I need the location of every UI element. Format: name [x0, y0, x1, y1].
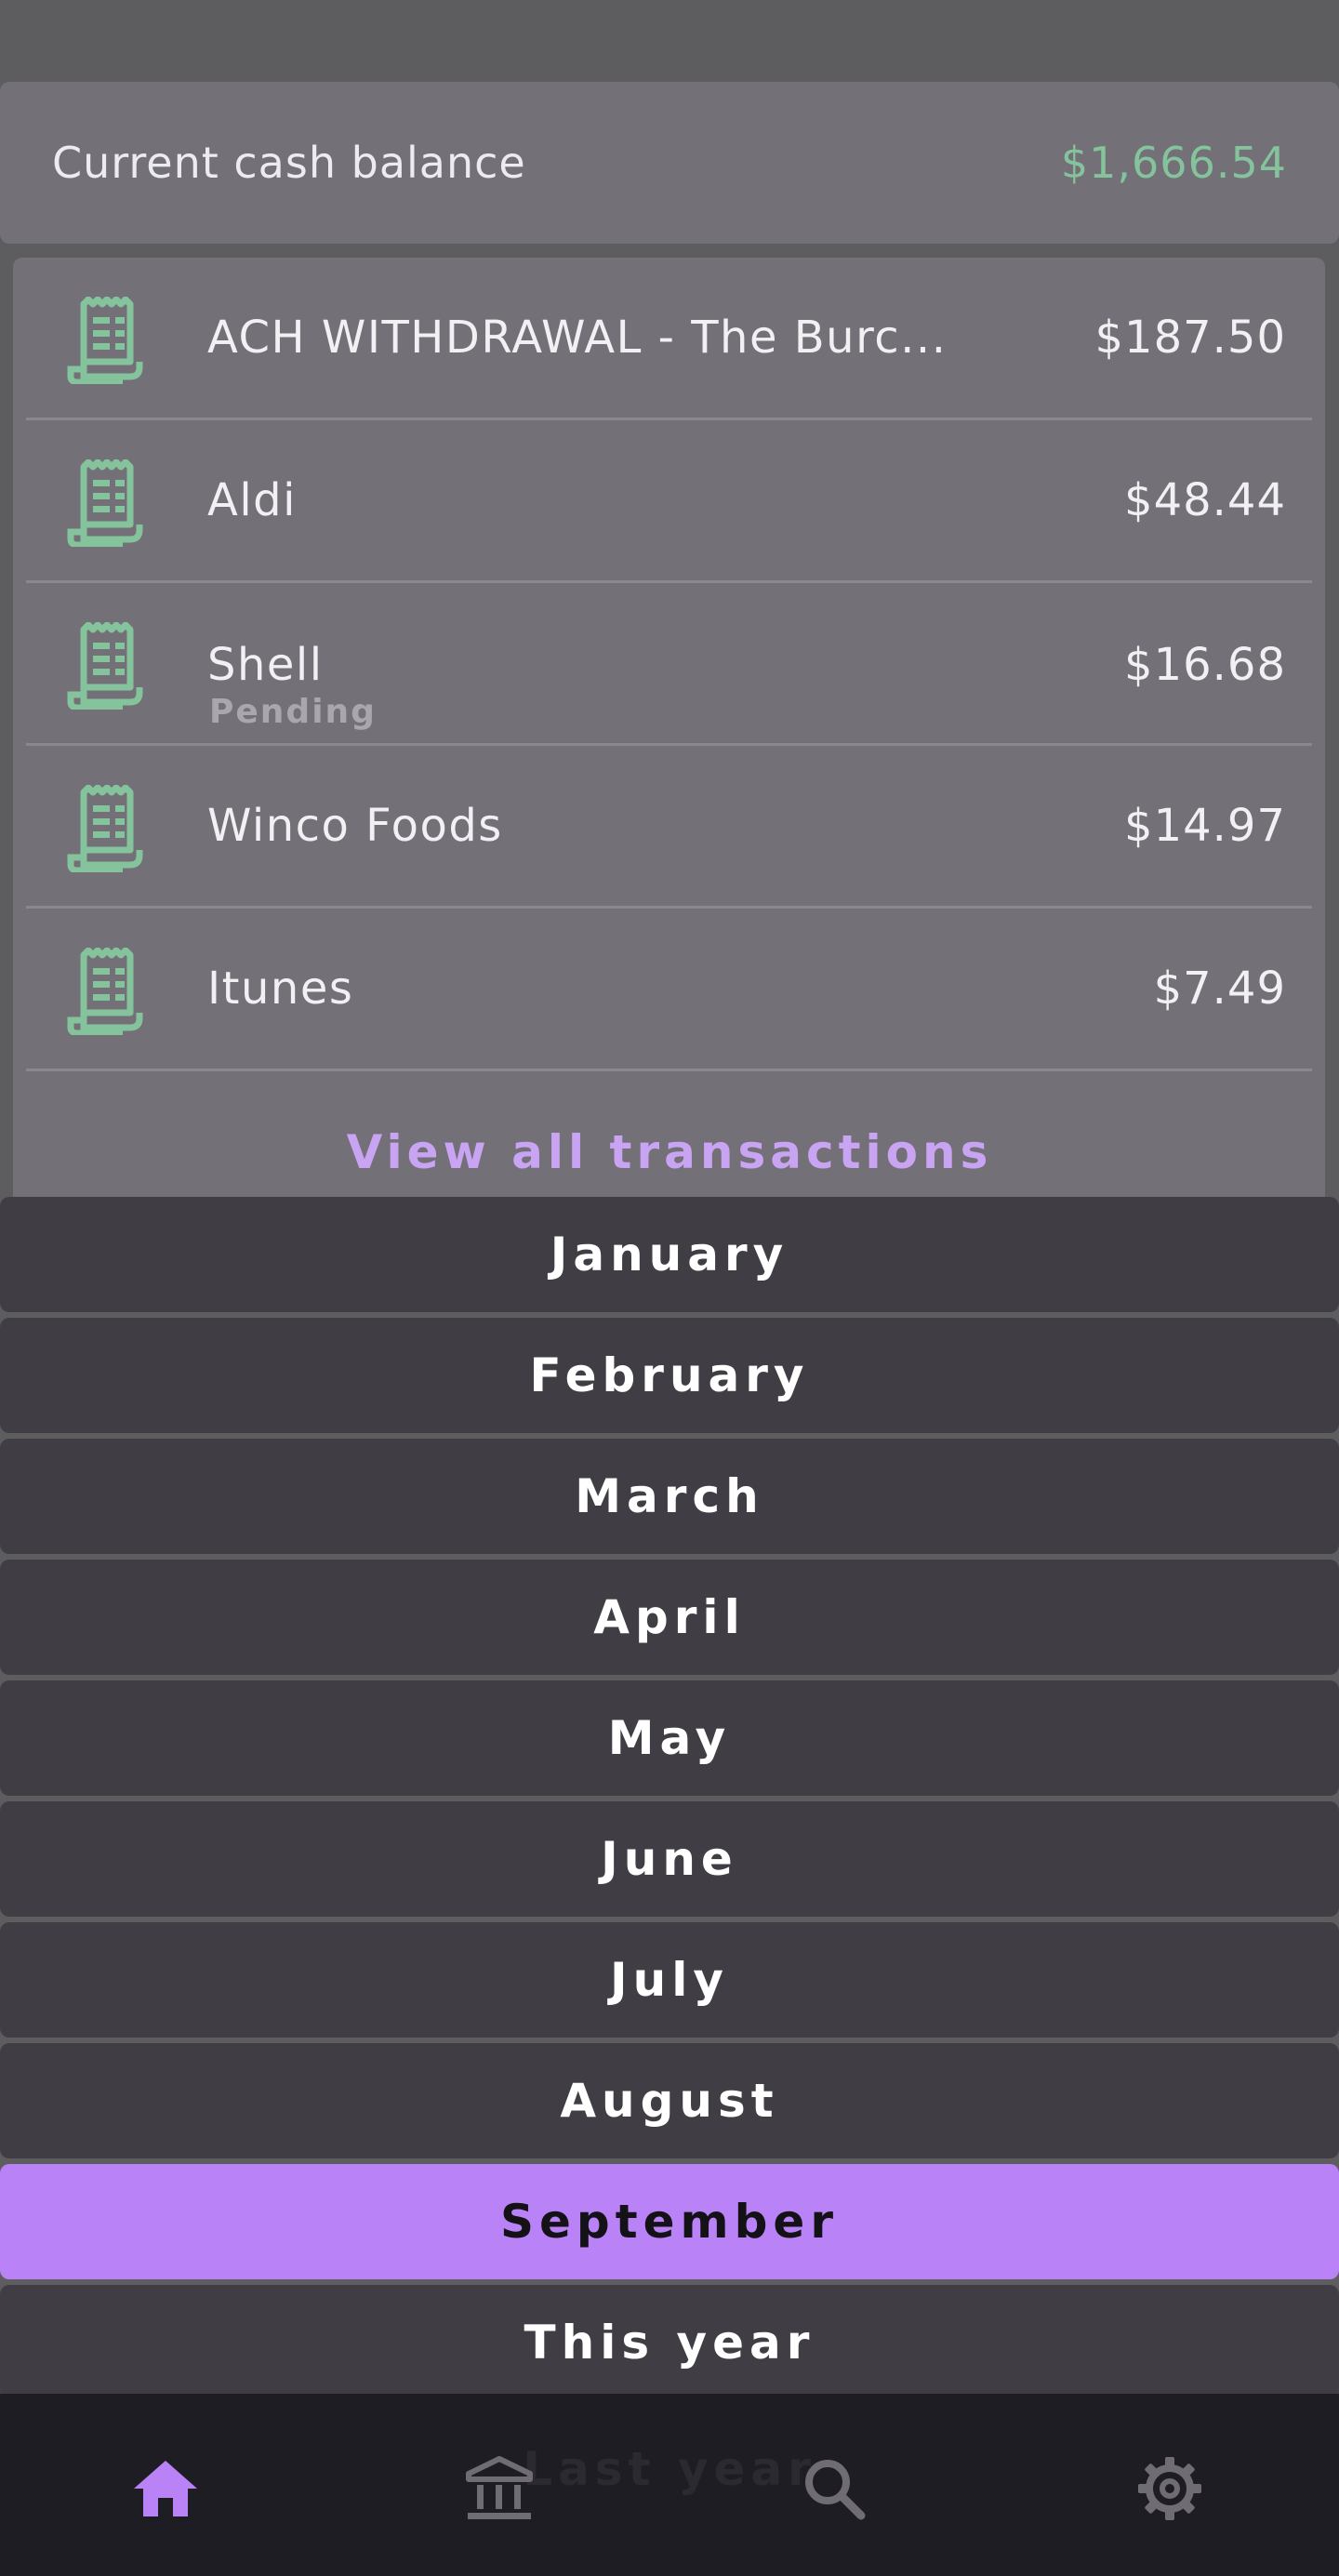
- app-screen: Current cash balance $1,666.54 ACH WITHD…: [0, 0, 1339, 2576]
- transaction-amount: $16.68: [1124, 639, 1286, 691]
- nav-accounts[interactable]: [462, 2451, 537, 2526]
- period-option-this-year[interactable]: This year: [0, 2285, 1339, 2400]
- bank-icon: [466, 2456, 533, 2519]
- receipt-icon: [67, 297, 143, 384]
- nav-home[interactable]: [128, 2451, 203, 2526]
- nav-settings[interactable]: [1133, 2451, 1207, 2526]
- period-option-january[interactable]: January: [0, 1197, 1339, 1312]
- transaction-amount: $48.44: [1124, 474, 1286, 526]
- period-option-august[interactable]: August: [0, 2043, 1339, 2158]
- transaction-name: Winco Foods: [207, 800, 503, 852]
- transaction-name: ACH WITHDRAWAL - The Burc...: [207, 312, 948, 364]
- period-option-april[interactable]: April: [0, 1560, 1339, 1675]
- balance-value: $1,666.54: [1060, 138, 1287, 188]
- view-all-transactions-link[interactable]: View all transactions: [0, 1125, 1339, 1179]
- balance-card: Current cash balance $1,666.54: [0, 82, 1339, 244]
- transaction-name: Shell: [207, 639, 324, 691]
- receipt-icon: [67, 459, 143, 547]
- period-option-march[interactable]: March: [0, 1439, 1339, 1554]
- period-option-may[interactable]: May: [0, 1680, 1339, 1796]
- transaction-row[interactable]: Itunes $7.49: [26, 909, 1312, 1071]
- period-option-june[interactable]: June: [0, 1801, 1339, 1917]
- balance-label: Current cash balance: [52, 138, 526, 188]
- receipt-icon: [67, 948, 143, 1035]
- transaction-row[interactable]: ACH WITHDRAWAL - The Burc... $187.50: [26, 258, 1312, 420]
- period-option-july[interactable]: July: [0, 1922, 1339, 2038]
- gear-icon: [1138, 2457, 1201, 2520]
- transaction-row[interactable]: Winco Foods $14.97: [26, 746, 1312, 909]
- home-icon: [134, 2461, 197, 2516]
- search-icon: [805, 2460, 866, 2520]
- transaction-row[interactable]: Shell Pending $16.68: [26, 583, 1312, 746]
- transaction-name: Aldi: [207, 474, 297, 526]
- period-option-september[interactable]: September: [0, 2164, 1339, 2279]
- transaction-amount: $7.49: [1153, 963, 1286, 1015]
- period-option-february[interactable]: February: [0, 1318, 1339, 1433]
- bottom-nav: Last year: [0, 2394, 1339, 2576]
- transaction-status: Pending: [209, 693, 377, 731]
- transaction-name: Itunes: [207, 963, 354, 1015]
- receipt-icon: [67, 785, 143, 872]
- transaction-amount: $187.50: [1094, 312, 1286, 364]
- nav-search[interactable]: [797, 2451, 871, 2526]
- transaction-amount: $14.97: [1124, 800, 1286, 852]
- transaction-row[interactable]: Aldi $48.44: [26, 420, 1312, 583]
- transactions-card: ACH WITHDRAWAL - The Burc... $187.50 Ald…: [13, 258, 1325, 1206]
- top-bar: [0, 0, 1339, 82]
- receipt-icon: [67, 622, 143, 710]
